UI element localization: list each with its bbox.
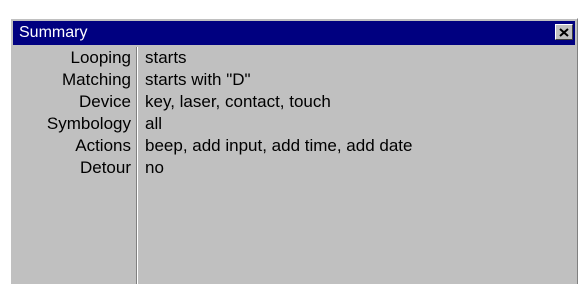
row-label: Symbology [46,114,131,133]
summary-list: Looping starts Matching starts with "D" … [13,47,575,284]
row-value: all [145,114,163,133]
summary-row-actions: Actions beep, add input, add time, add d… [13,135,575,157]
row-label: Device [79,92,131,111]
title-bar: Summary [13,21,575,45]
row-value: beep, add input, add time, add date [145,136,413,155]
summary-window: Summary Looping starts Matching starts w… [10,18,578,284]
row-value: starts [145,48,187,67]
row-label: Looping [70,48,131,67]
window-title: Summary [19,24,88,41]
row-label: Detour [79,158,131,177]
summary-row-symbology: Symbology all [13,113,575,135]
summary-row-detour: Detour no [13,157,575,179]
row-label: Actions [75,136,131,155]
row-label: Matching [62,70,131,89]
close-icon [559,27,569,37]
row-value: no [145,158,164,177]
row-value: starts with "D" [145,70,251,89]
summary-row-matching: Matching starts with "D" [13,69,575,91]
summary-row-looping: Looping starts [13,47,575,69]
row-value: key, laser, contact, touch [145,92,331,111]
summary-row-device: Device key, laser, contact, touch [13,91,575,113]
close-button[interactable] [555,24,573,40]
